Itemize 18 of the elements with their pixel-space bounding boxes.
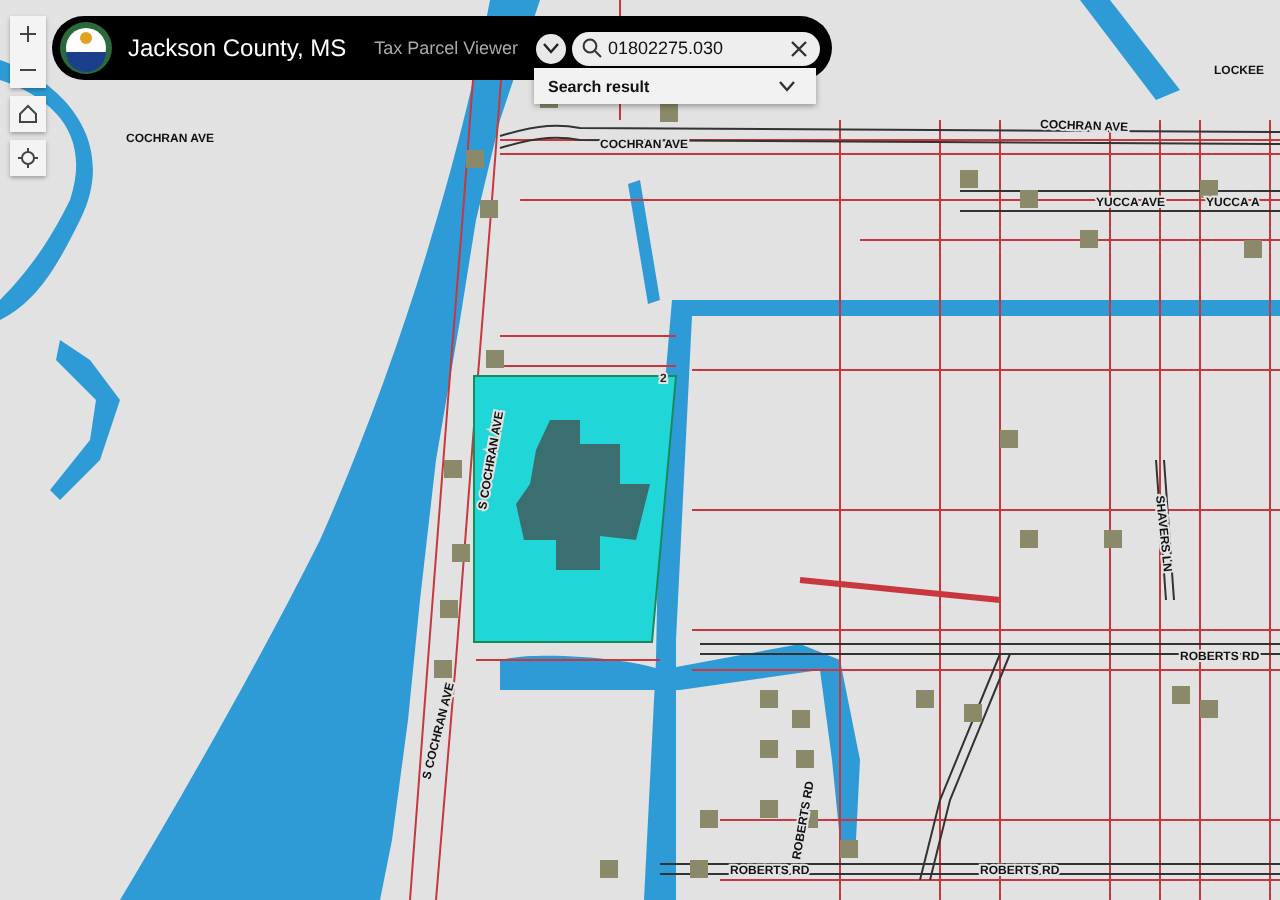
app-title: Jackson County, MS — [128, 34, 347, 62]
search-field[interactable]: 01802275.030 — [572, 31, 820, 65]
zoom-out-button[interactable] — [10, 52, 46, 88]
county-seal-icon — [58, 20, 114, 76]
search-result-dropdown[interactable]: Search result — [534, 68, 816, 104]
chevron-down-icon — [542, 42, 560, 54]
search-options-button[interactable] — [536, 33, 566, 63]
zoom-in-button[interactable] — [10, 16, 46, 52]
search-icon — [582, 38, 602, 58]
search-input[interactable]: 01802275.030 — [608, 38, 784, 58]
locate-icon — [18, 148, 38, 168]
close-icon[interactable] — [790, 39, 808, 57]
plus-icon — [20, 26, 36, 42]
home-icon — [18, 104, 38, 124]
locate-button[interactable] — [10, 140, 46, 176]
home-button[interactable] — [10, 96, 46, 132]
chevron-down-icon — [778, 80, 796, 92]
app-subtitle: Tax Parcel Viewer — [374, 38, 521, 58]
